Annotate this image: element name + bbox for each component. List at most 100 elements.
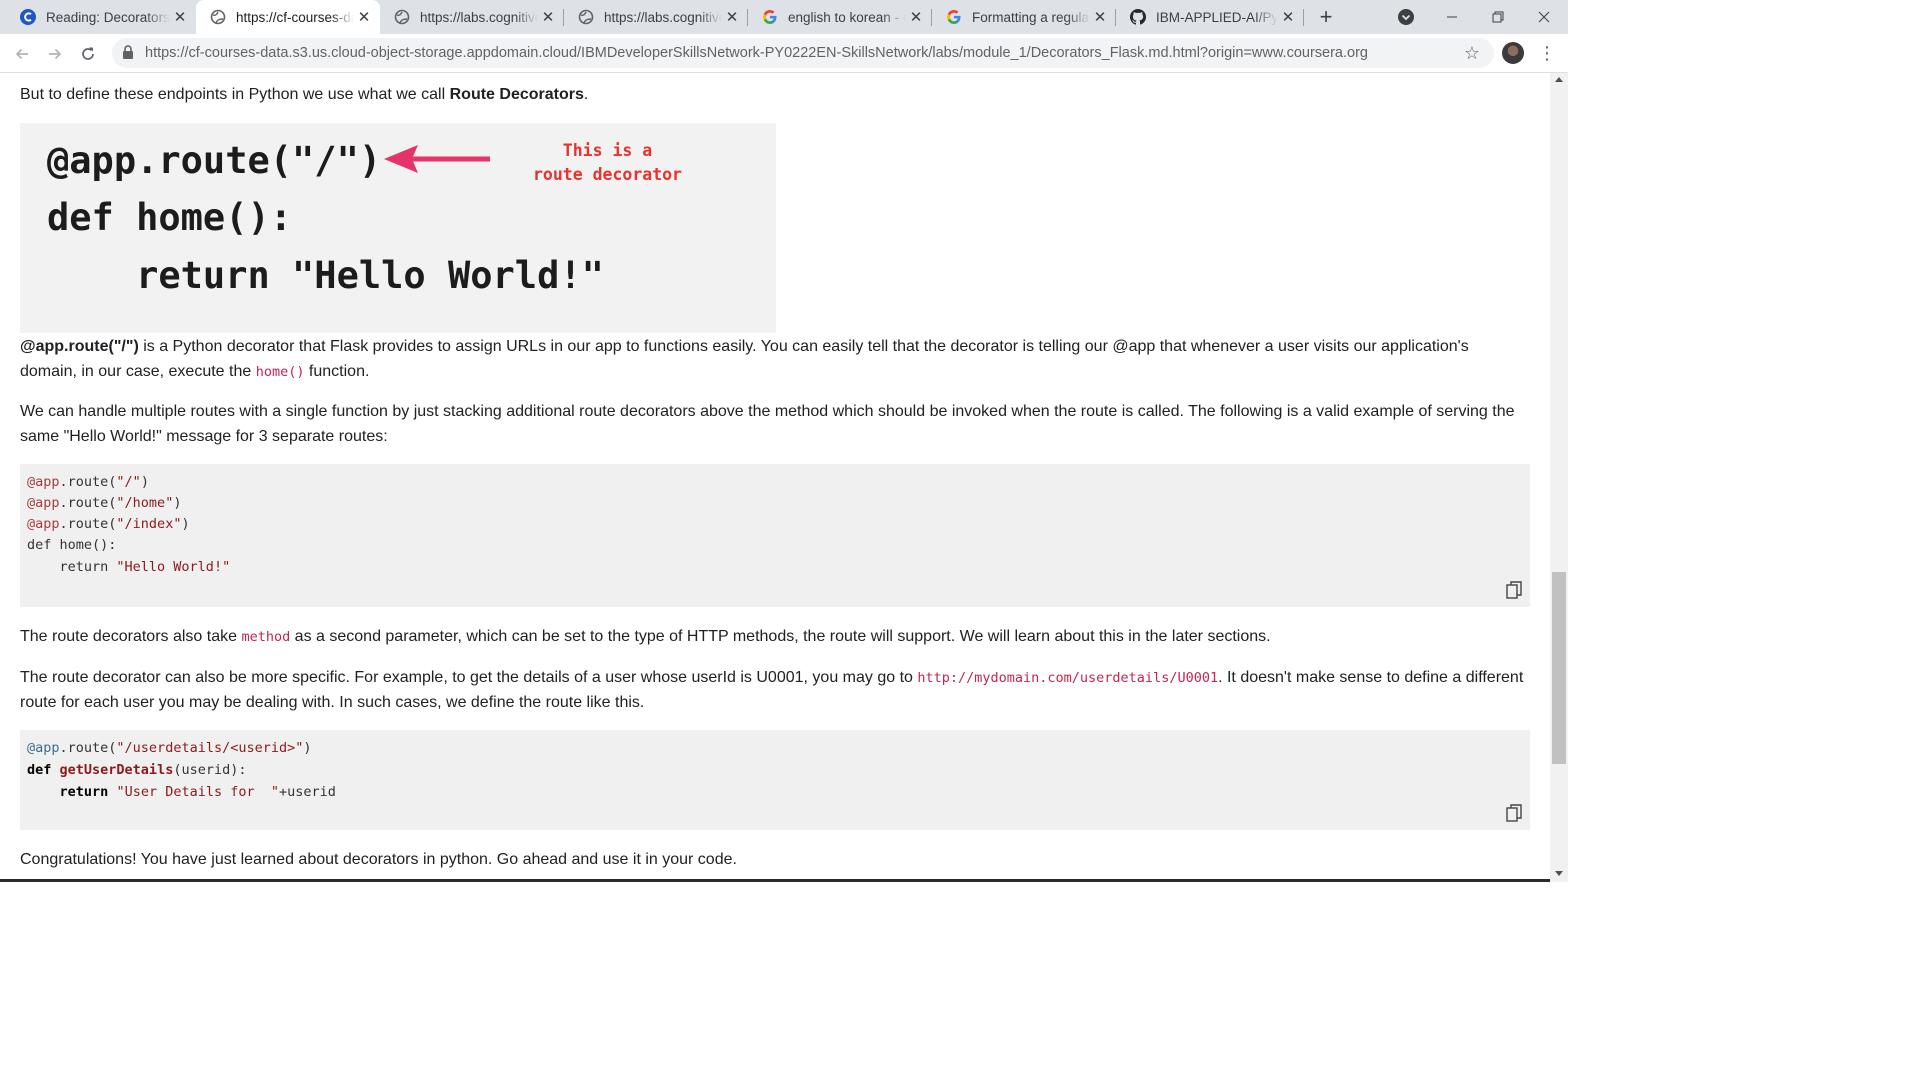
inline-code-url: http://mydomain.com/userdetails/U0001 <box>917 670 1219 686</box>
tab-cf-courses[interactable]: https://cf-courses-data.s3.us.cloud ✕ <box>196 0 380 34</box>
code-line: @app.route("/index") <box>27 516 190 532</box>
google-icon <box>946 9 962 25</box>
bookmark-star-icon[interactable]: ☆ <box>1464 43 1480 64</box>
route-decorator-image: @app.route("/") def home(): return "Hell… <box>20 123 776 333</box>
code-token: @app <box>27 740 60 756</box>
close-icon[interactable]: ✕ <box>170 8 190 26</box>
close-icon[interactable]: ✕ <box>1278 8 1298 26</box>
p1-end: function. <box>304 362 370 380</box>
code-token: ) <box>173 495 182 511</box>
page-content: But to define these endpoints in Python … <box>0 73 1550 882</box>
intro-text: But to define these endpoints in Python … <box>20 86 450 103</box>
code-token: getUserDetails <box>59 762 174 778</box>
code-line: @app.route("/") <box>27 474 149 490</box>
scroll-up-icon[interactable] <box>1555 77 1563 82</box>
url-text: https://cf-courses-data.s3.us.cloud-obje… <box>145 45 1368 61</box>
intro-bold: Route Decorators <box>449 86 584 103</box>
new-tab-button[interactable]: + <box>1314 5 1338 29</box>
p1-bold: @app.route("/") <box>20 338 139 355</box>
hero-line-3: return "Hello World!" <box>47 254 604 297</box>
tab-title: english to korean - Google <box>788 9 906 25</box>
close-icon[interactable]: ✕ <box>538 8 558 26</box>
annotation-note: This is a route decorator <box>520 139 695 187</box>
code-token: "/index" <box>116 516 182 532</box>
tab-github[interactable]: IBM-APPLIED-AI/Python ✕ <box>1116 0 1304 34</box>
profile-avatar[interactable] <box>1502 42 1524 64</box>
code-token: @app <box>27 516 60 532</box>
code-line: @app.route("/home") <box>27 495 181 511</box>
close-icon[interactable]: ✕ <box>722 8 742 26</box>
globe-icon <box>210 9 226 25</box>
tab-divider <box>931 9 932 26</box>
code-token: def <box>27 762 52 778</box>
code-token: "/" <box>116 474 141 490</box>
tab-title: https://labs.cognitiveclass.ai <box>604 9 722 25</box>
vertical-scrollbar[interactable] <box>1550 73 1568 882</box>
close-icon[interactable]: ✕ <box>354 8 374 26</box>
code-token: .route( <box>59 740 117 756</box>
reload-button[interactable] <box>75 41 101 67</box>
code-block-userdetails: @app.route("/userdetails/<userid>") def … <box>20 730 1530 830</box>
restore-icon <box>1492 11 1504 23</box>
code-token: .route( <box>59 474 117 490</box>
code-token: "/userdetails/<userid>" <box>116 740 304 756</box>
code-token: "User Details for " <box>116 784 279 800</box>
tab-divider <box>1303 9 1304 26</box>
code-token: @app <box>27 495 60 511</box>
scroll-down-icon[interactable] <box>1555 871 1563 876</box>
forward-arrow-icon <box>49 48 62 60</box>
code-token: "/home" <box>116 495 174 511</box>
tab-english-korean[interactable]: english to korean - Google ✕ <box>748 0 932 34</box>
paragraph-app-route: @app.route("/") is a Python decorator th… <box>20 335 1530 384</box>
tab-labs-cognitive-1[interactable]: https://labs.cognitiveclass.ai ✕ <box>380 0 564 34</box>
tab-strip: Reading: Decorators in Python ✕ https://… <box>0 0 1568 34</box>
close-icon <box>1538 11 1550 23</box>
inline-code-home: home() <box>255 363 305 380</box>
back-arrow-icon <box>15 48 28 60</box>
tab-divider <box>1115 9 1116 26</box>
reload-icon <box>82 47 94 60</box>
back-button[interactable] <box>9 41 35 67</box>
close-icon[interactable]: ✕ <box>1090 8 1110 26</box>
tab-title: https://cf-courses-data.s3.us.cloud <box>236 9 354 25</box>
chevron-down-icon <box>1398 9 1414 25</box>
inline-code-method: method <box>241 629 291 645</box>
paragraph-specific-route: The route decorator can also be more spe… <box>20 666 1530 715</box>
tab-reading-decorators[interactable]: Reading: Decorators in Python ✕ <box>6 0 196 34</box>
code-line: return "User Details for "+userid <box>27 784 336 800</box>
scrollbar-thumb[interactable] <box>1552 572 1566 764</box>
browser-menu-icon[interactable]: ⋮ <box>1538 42 1556 64</box>
address-bar[interactable]: https://cf-courses-data.s3.us.cloud-obje… <box>112 38 1494 68</box>
forward-button[interactable] <box>42 41 68 67</box>
tab-labs-cognitive-2[interactable]: https://labs.cognitiveclass.ai ✕ <box>564 0 748 34</box>
minimize-button[interactable] <box>1429 0 1475 34</box>
browser-toolbar: https://cf-courses-data.s3.us.cloud-obje… <box>0 34 1568 73</box>
copy-icon[interactable] <box>1506 804 1522 822</box>
code-line: def home(): <box>27 537 117 553</box>
hero-line-2: def home(): <box>47 196 293 239</box>
p3-text: The route decorators also take <box>20 628 242 645</box>
code-line: @app.route("/userdetails/<userid>") <box>27 740 312 756</box>
close-icon[interactable]: ✕ <box>906 8 926 26</box>
tab-formatting-regex[interactable]: Formatting a regular expression ✕ <box>932 0 1116 34</box>
tab-title: IBM-APPLIED-AI/Python <box>1156 9 1278 25</box>
restore-button[interactable] <box>1475 0 1521 34</box>
github-icon <box>1130 9 1146 25</box>
close-window-button[interactable] <box>1521 0 1567 34</box>
tab-title: https://labs.cognitiveclass.ai <box>420 9 538 25</box>
code-token: .route( <box>59 495 117 511</box>
code-token: ) <box>140 474 149 490</box>
annotation-line-1: This is a <box>562 141 653 160</box>
tab-search-button[interactable] <box>1383 0 1429 34</box>
arrow-left-icon <box>384 145 490 173</box>
code-line: def getUserDetails(userid): <box>27 762 246 778</box>
code-token: "Hello World!" <box>116 559 231 575</box>
copy-icon[interactable] <box>1506 581 1522 599</box>
paragraph-multiple-routes: We can handle multiple routes with a sin… <box>20 403 1515 445</box>
tab-divider <box>747 9 748 26</box>
code-block-routes: @app.route("/") @app.route("/home") @app… <box>20 464 1530 607</box>
bottom-border <box>0 879 1550 882</box>
code-token: .route( <box>59 516 117 532</box>
paragraph-method: The route decorators also take method as… <box>20 625 1530 650</box>
tab-divider <box>563 9 564 26</box>
